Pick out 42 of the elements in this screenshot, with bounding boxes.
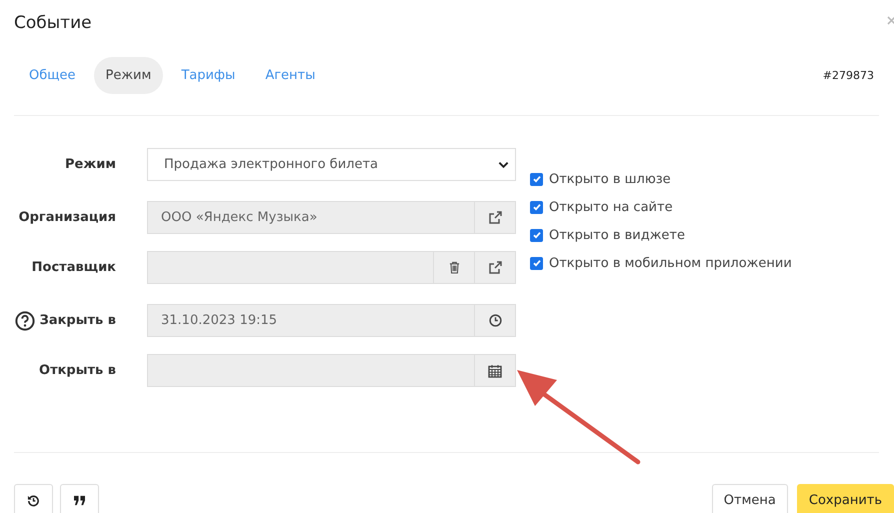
external-link-button[interactable] <box>475 251 516 284</box>
cancel-button[interactable]: Отмена <box>712 484 788 513</box>
field-label: Открыть в <box>39 363 116 378</box>
tab[interactable]: Тарифы <box>169 56 248 94</box>
field-label: Закрыть в <box>40 313 116 328</box>
calendar-icon <box>488 364 502 378</box>
calendar-button[interactable] <box>475 354 516 387</box>
help-icon[interactable] <box>14 310 35 330</box>
external-link-icon <box>488 210 502 224</box>
tab[interactable]: Общее <box>17 56 88 94</box>
time-button[interactable] <box>475 304 516 337</box>
history-button[interactable] <box>14 484 53 513</box>
tab[interactable]: Агенты <box>253 56 328 94</box>
input-field[interactable] <box>147 251 434 284</box>
input-field[interactable]: 31.10.2023 19:15 <box>147 304 475 337</box>
checkbox[interactable] <box>530 256 543 270</box>
trash-icon <box>448 261 460 274</box>
field-label: Поставщик <box>32 260 116 275</box>
external-link-button[interactable] <box>475 201 516 234</box>
field-label: Режим <box>64 157 116 172</box>
field-label: Организация <box>18 210 116 225</box>
quote-icon <box>73 494 86 506</box>
event-id: #279873 <box>822 68 874 82</box>
checkbox[interactable] <box>530 228 543 242</box>
quote-button[interactable] <box>60 484 99 513</box>
input-field[interactable] <box>147 354 475 387</box>
checkbox-label: Открыто в мобильном приложении <box>549 256 792 270</box>
checkbox-label: Открыто на сайте <box>549 200 673 214</box>
history-icon <box>27 494 40 506</box>
checkbox[interactable] <box>530 200 543 214</box>
input-field[interactable]: ООО «Яндекс Музыка» <box>147 201 475 234</box>
external-link-icon <box>488 260 502 274</box>
checkbox[interactable] <box>530 172 543 186</box>
clock-icon <box>488 314 502 327</box>
mode-select[interactable]: Продажа электронного билета <box>147 148 516 181</box>
chevron-icon <box>498 160 509 168</box>
checkbox-label: Открыто в виджете <box>549 228 686 242</box>
save-button[interactable]: Сохранить <box>796 484 894 513</box>
tab[interactable]: Режим <box>94 56 164 94</box>
checkbox-label: Открыто в шлюзе <box>549 172 671 186</box>
delete-button[interactable] <box>434 251 475 284</box>
window-title: Событие <box>14 13 92 33</box>
